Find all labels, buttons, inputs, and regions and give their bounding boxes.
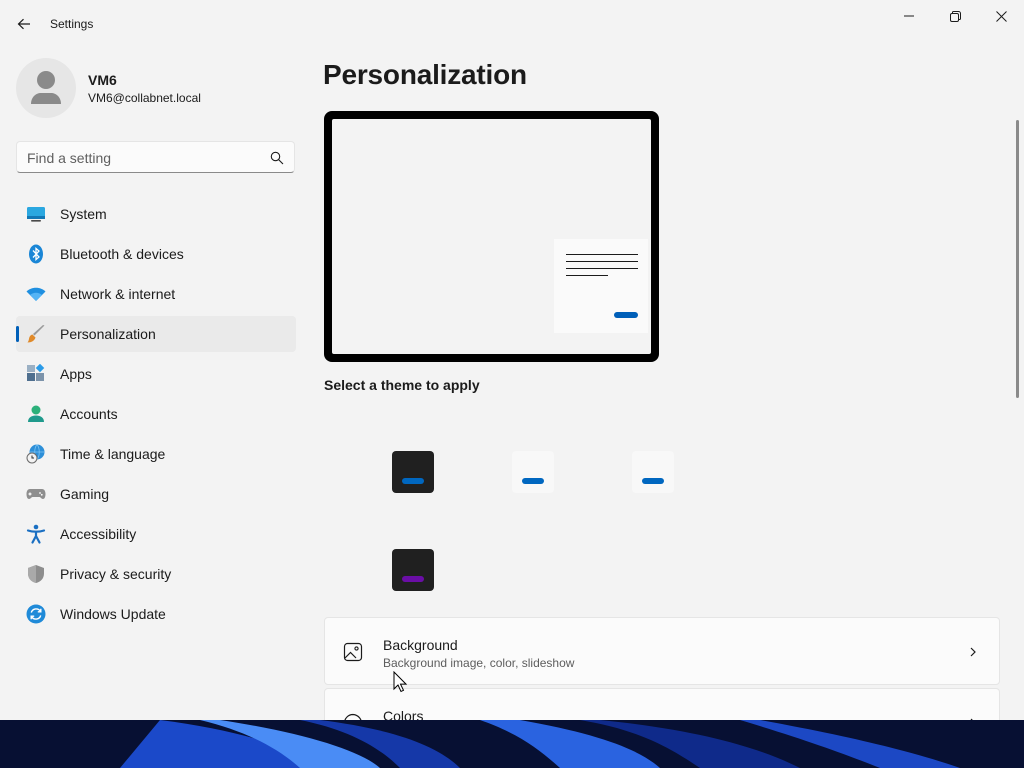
sidebar-item-label: System bbox=[60, 206, 107, 222]
sidebar-item-gaming[interactable]: Gaming bbox=[16, 476, 296, 512]
theme-option-light-blue-2[interactable] bbox=[632, 451, 674, 493]
bloom-wallpaper-image bbox=[0, 720, 1024, 768]
brush-icon bbox=[26, 324, 46, 344]
user-silhouette-icon bbox=[31, 71, 61, 104]
sidebar-item-accessibility[interactable]: Accessibility bbox=[16, 516, 296, 552]
chevron-right-icon bbox=[970, 647, 976, 657]
title-bar: Settings bbox=[0, 0, 1024, 48]
palette-icon bbox=[344, 713, 362, 720]
card-subtitle: Background image, color, slideshow bbox=[383, 656, 575, 670]
search-box[interactable] bbox=[16, 141, 295, 173]
theme-accent-swatch bbox=[402, 576, 424, 582]
settings-window: Settings VM6 VM6@collabnet.local System bbox=[0, 0, 1024, 720]
sidebar-item-label: Accessibility bbox=[60, 526, 137, 542]
sidebar-item-label: Bluetooth & devices bbox=[60, 246, 184, 262]
gamepad-icon bbox=[26, 484, 46, 504]
scrollbar-thumb[interactable] bbox=[1016, 120, 1019, 398]
restore-icon bbox=[949, 10, 961, 22]
mouse-cursor-icon bbox=[393, 671, 407, 693]
restore-button[interactable] bbox=[932, 0, 978, 32]
sidebar-item-apps[interactable]: Apps bbox=[16, 356, 296, 392]
avatar[interactable] bbox=[16, 58, 76, 118]
background-card[interactable]: Background Background image, color, slid… bbox=[324, 617, 1000, 685]
search-input[interactable] bbox=[27, 148, 262, 168]
close-button[interactable] bbox=[978, 0, 1024, 32]
preview-text-line bbox=[566, 261, 638, 262]
sidebar-item-label: Privacy & security bbox=[60, 566, 172, 582]
apps-icon bbox=[26, 364, 46, 384]
preview-window bbox=[554, 239, 648, 333]
preview-text-line bbox=[566, 268, 638, 269]
theme-option-dark-purple[interactable] bbox=[392, 549, 434, 591]
sidebar-item-label: Accounts bbox=[60, 406, 118, 422]
theme-accent-swatch bbox=[402, 478, 424, 484]
minimize-icon bbox=[904, 15, 914, 17]
card-title: Colors bbox=[383, 708, 424, 720]
desktop-wallpaper bbox=[0, 720, 1024, 768]
preview-text-line bbox=[566, 254, 638, 255]
app-title: Settings bbox=[50, 17, 94, 31]
theme-section-heading: Select a theme to apply bbox=[324, 377, 480, 393]
sidebar-item-system[interactable]: System bbox=[16, 196, 296, 232]
user-email: VM6@collabnet.local bbox=[88, 91, 201, 105]
theme-accent-swatch bbox=[642, 478, 664, 484]
preview-text-line bbox=[566, 275, 608, 276]
shield-icon bbox=[26, 564, 46, 584]
theme-accent-swatch bbox=[522, 478, 544, 484]
preview-desktop bbox=[332, 119, 651, 354]
theme-option-light-blue[interactable] bbox=[512, 451, 554, 493]
back-arrow-icon bbox=[17, 18, 30, 30]
page-title: Personalization bbox=[323, 59, 527, 90]
update-icon bbox=[26, 604, 46, 624]
theme-option-dark-blue[interactable] bbox=[392, 451, 434, 493]
sidebar-item-bluetooth[interactable]: Bluetooth & devices bbox=[16, 236, 296, 272]
wifi-icon bbox=[26, 284, 46, 304]
sidebar-item-label: Apps bbox=[60, 366, 92, 382]
sidebar-item-privacy-security[interactable]: Privacy & security bbox=[16, 556, 296, 592]
search-icon[interactable] bbox=[270, 151, 284, 165]
colors-card[interactable]: Colors bbox=[324, 688, 1000, 720]
user-name: VM6 bbox=[88, 72, 117, 88]
sidebar-item-label: Network & internet bbox=[60, 286, 176, 302]
image-icon bbox=[343, 642, 363, 662]
minimize-button[interactable] bbox=[886, 0, 932, 32]
theme-preview bbox=[324, 111, 659, 362]
sidebar-item-label: Windows Update bbox=[60, 606, 166, 622]
preview-accent-button bbox=[614, 312, 638, 318]
accessibility-icon bbox=[26, 524, 46, 544]
card-title: Background bbox=[383, 637, 458, 653]
bluetooth-icon bbox=[26, 244, 46, 264]
globe-clock-icon bbox=[26, 444, 46, 464]
sidebar-nav: System Bluetooth & devices Network & int… bbox=[16, 196, 296, 636]
sidebar-item-time-language[interactable]: Time & language bbox=[16, 436, 296, 472]
sidebar-item-network[interactable]: Network & internet bbox=[16, 276, 296, 312]
sidebar-item-personalization[interactable]: Personalization bbox=[16, 316, 296, 352]
person-icon bbox=[26, 404, 46, 424]
back-button[interactable] bbox=[12, 12, 36, 36]
sidebar-item-label: Personalization bbox=[60, 326, 156, 342]
sidebar-item-windows-update[interactable]: Windows Update bbox=[16, 596, 296, 632]
sidebar-item-accounts[interactable]: Accounts bbox=[16, 396, 296, 432]
system-icon bbox=[26, 204, 46, 224]
close-icon bbox=[995, 10, 1007, 22]
sidebar-item-label: Gaming bbox=[60, 486, 110, 502]
sidebar-item-label: Time & language bbox=[60, 446, 166, 462]
